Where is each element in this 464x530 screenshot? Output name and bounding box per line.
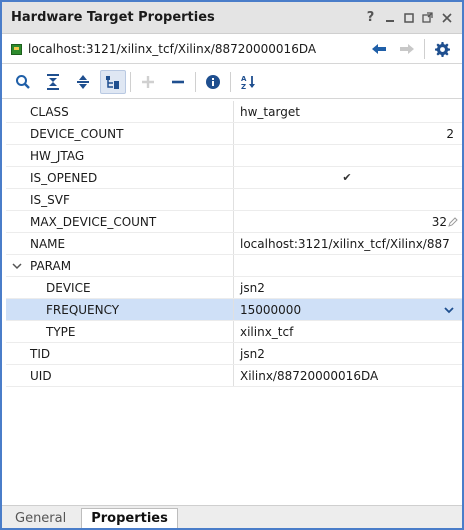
separator: [424, 39, 425, 59]
help-icon: ?: [366, 10, 375, 25]
add-icon: [142, 75, 154, 88]
sort-icon: A Z: [241, 75, 255, 90]
navigation-buttons: [365, 38, 456, 60]
property-value[interactable]: 2: [234, 123, 462, 144]
expand-all-button[interactable]: [70, 70, 96, 94]
info-button[interactable]: [200, 70, 226, 94]
property-value-editable[interactable]: 32: [234, 211, 462, 232]
property-value: [234, 255, 462, 276]
property-row-class[interactable]: CLASS hw_target: [6, 101, 462, 123]
property-name: IS_SVF: [6, 189, 234, 210]
check-icon: ✔: [342, 171, 352, 184]
property-value[interactable]: Xilinx/88720000016DA: [234, 365, 462, 386]
maximize-button[interactable]: [399, 8, 418, 28]
search-icon: [16, 74, 30, 89]
sort-button[interactable]: A Z: [235, 70, 261, 94]
title-bar: Hardware Target Properties ?: [2, 2, 462, 34]
float-button[interactable]: [418, 8, 437, 28]
property-name: UID: [6, 365, 234, 386]
property-name: FREQUENCY: [6, 299, 234, 320]
separator: [130, 71, 131, 92]
arrow-left-icon: [372, 44, 386, 54]
minimize-button[interactable]: [380, 8, 399, 28]
property-value[interactable]: [234, 145, 462, 166]
close-button[interactable]: [437, 8, 456, 28]
expand-all-icon: [77, 74, 89, 89]
property-value-checkbox[interactable]: ✔: [234, 167, 462, 188]
object-path-bar: localhost:3121/xilinx_tcf/Xilinx/8872000…: [2, 35, 462, 64]
property-name: CLASS: [6, 101, 234, 122]
property-name: DEVICE_COUNT: [6, 123, 234, 144]
property-row-tid[interactable]: TID jsn2: [6, 343, 462, 365]
properties-table: CLASS hw_target DEVICE_COUNT 2 HW_JTAG I…: [6, 101, 462, 387]
property-name: HW_JTAG: [6, 145, 234, 166]
property-name: DEVICE: [6, 277, 234, 298]
property-row-uid[interactable]: UID Xilinx/88720000016DA: [6, 365, 462, 387]
property-group: PARAM: [6, 255, 234, 276]
property-row-type[interactable]: TYPE xilinx_tcf: [6, 321, 462, 343]
object-path: localhost:3121/xilinx_tcf/Xilinx/8872000…: [28, 42, 317, 56]
property-name: PARAM: [30, 258, 72, 273]
search-button[interactable]: [10, 70, 36, 94]
property-value[interactable]: [234, 189, 462, 210]
property-row-is-svf[interactable]: IS_SVF: [6, 189, 462, 211]
property-row-max-device-count[interactable]: MAX_DEVICE_COUNT 32: [6, 211, 462, 233]
property-value[interactable]: hw_target: [234, 101, 462, 122]
separator: [195, 71, 196, 92]
group-icon: [106, 75, 119, 89]
properties-toolbar: A Z: [2, 65, 462, 99]
window-title: Hardware Target Properties: [11, 10, 215, 25]
bottom-tab-bar: General Properties: [2, 505, 462, 528]
float-icon: [422, 12, 433, 23]
info-icon: [206, 74, 220, 89]
frequency-select[interactable]: 15000000: [234, 299, 462, 320]
svg-text:A: A: [241, 75, 247, 83]
property-row-device-count[interactable]: DEVICE_COUNT 2: [6, 123, 462, 145]
property-value: 15000000: [240, 302, 302, 317]
chevron-down-icon[interactable]: [12, 261, 26, 271]
property-name: IS_OPENED: [6, 167, 234, 188]
property-name: TYPE: [6, 321, 234, 342]
remove-button[interactable]: [165, 70, 191, 94]
hw-target-icon: [11, 43, 22, 55]
properties-window: Hardware Target Properties ? localhost:3…: [0, 0, 464, 530]
property-name: MAX_DEVICE_COUNT: [6, 211, 234, 232]
property-row-hw-jtag[interactable]: HW_JTAG: [6, 145, 462, 167]
back-button[interactable]: [365, 38, 393, 60]
property-row-device[interactable]: DEVICE jsn2: [6, 277, 462, 299]
property-row-param[interactable]: PARAM: [6, 255, 462, 277]
property-row-name[interactable]: NAME localhost:3121/xilinx_tcf/Xilinx/88…: [6, 233, 462, 255]
property-row-frequency[interactable]: FREQUENCY 15000000: [6, 299, 462, 321]
property-value[interactable]: xilinx_tcf: [234, 321, 462, 342]
property-value[interactable]: localhost:3121/xilinx_tcf/Xilinx/887: [234, 233, 462, 254]
arrow-right-icon: [400, 44, 414, 54]
forward-button[interactable]: [393, 38, 421, 60]
settings-button[interactable]: [428, 38, 456, 60]
property-row-is-opened[interactable]: IS_OPENED ✔: [6, 167, 462, 189]
property-value: 32: [431, 214, 447, 229]
close-icon: [441, 12, 452, 23]
tab-properties[interactable]: Properties: [81, 508, 178, 528]
property-name: NAME: [6, 233, 234, 254]
window-controls: ?: [361, 8, 456, 28]
chevron-down-icon[interactable]: [444, 306, 454, 314]
gear-icon: [434, 41, 450, 57]
property-value[interactable]: jsn2: [234, 343, 462, 364]
remove-icon: [172, 80, 184, 83]
property-value[interactable]: jsn2: [234, 277, 462, 298]
help-button[interactable]: ?: [361, 8, 380, 28]
pencil-icon[interactable]: [448, 216, 458, 227]
property-name: TID: [6, 343, 234, 364]
tab-general[interactable]: General: [6, 508, 75, 528]
minimize-icon: [385, 19, 394, 22]
add-button[interactable]: [135, 70, 161, 94]
maximize-icon: [403, 12, 414, 23]
svg-text:Z: Z: [241, 83, 246, 90]
collapse-all-button[interactable]: [40, 70, 66, 94]
group-by-category-button[interactable]: [100, 69, 126, 94]
collapse-all-icon: [47, 73, 59, 90]
separator: [230, 71, 231, 92]
